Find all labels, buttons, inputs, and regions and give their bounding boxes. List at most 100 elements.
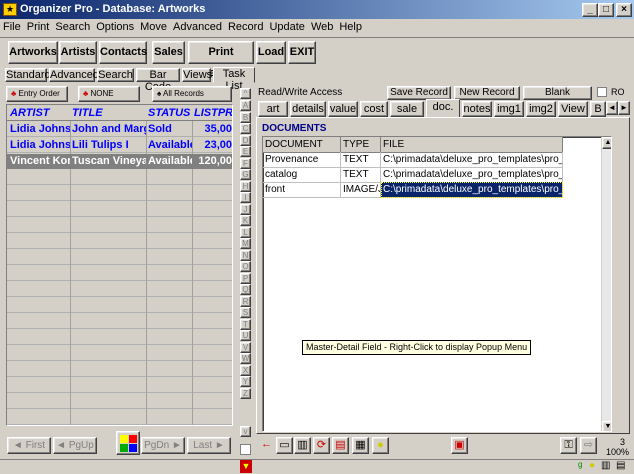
minimize-button[interactable]: _: [582, 3, 598, 17]
load-button[interactable]: Load: [256, 41, 286, 64]
alpha-q[interactable]: Q: [240, 284, 251, 295]
alpha-u[interactable]: U: [240, 330, 251, 341]
open-file-icon[interactable]: ▦: [352, 437, 369, 454]
tab-art[interactable]: art: [258, 101, 288, 117]
documents-table[interactable]: DOCUMENT TYPE FILE Provenance TEXT C:\pr…: [262, 136, 612, 432]
alpha-d[interactable]: D: [240, 134, 251, 146]
col-title[interactable]: TITLE: [70, 105, 146, 121]
sales-button[interactable]: Sales: [152, 41, 185, 64]
tab-img1[interactable]: img1: [494, 101, 524, 117]
tab-views[interactable]: Views: [182, 68, 212, 82]
alpha-checkbox[interactable]: [240, 444, 251, 455]
tab-task-list[interactable]: Task List: [213, 67, 255, 92]
table-row-selected[interactable]: Vincent Kor Tuscan Vineya Available 120,…: [7, 154, 232, 169]
alpha-up-arrow[interactable]: ^: [240, 88, 251, 99]
all-records-button[interactable]: ♠ All Records: [152, 86, 232, 102]
down-arrow-icon[interactable]: ▼: [240, 460, 252, 473]
menu-options[interactable]: Options: [93, 21, 137, 33]
tab-details[interactable]: details: [290, 101, 326, 117]
col-file[interactable]: FILE: [381, 137, 563, 153]
alpha-a[interactable]: A: [240, 100, 251, 111]
table-row[interactable]: Lidia Johns John and Marg Sold 35,00: [7, 122, 232, 137]
col-listprice[interactable]: LISTPRI: [192, 105, 232, 121]
alpha-i[interactable]: I: [240, 192, 251, 203]
menu-move[interactable]: Move: [137, 21, 170, 33]
menu-advanced[interactable]: Advanced: [170, 21, 225, 33]
tab-value[interactable]: value: [328, 101, 358, 117]
alpha-b[interactable]: B: [240, 111, 251, 123]
documents-scrollbar[interactable]: ▲ ▼: [601, 137, 611, 431]
first-button[interactable]: ◄ First: [7, 437, 51, 454]
tab-view[interactable]: View: [558, 101, 588, 117]
alpha-x[interactable]: X: [240, 364, 251, 376]
alpha-p[interactable]: P: [240, 272, 251, 284]
pgdn-button[interactable]: PgDn ►: [141, 437, 185, 454]
alpha-r[interactable]: R: [240, 295, 251, 307]
alpha-t[interactable]: T: [240, 318, 251, 330]
key-icon[interactable]: ⚿: [560, 437, 577, 454]
table-row[interactable]: catalog TEXT C:\primadata\deluxe_pro_tem…: [263, 167, 563, 183]
artworks-button[interactable]: Artworks: [8, 41, 58, 64]
records-grid[interactable]: ARTIST TITLE STATUS LISTPRI Lidia Johns …: [6, 104, 233, 426]
report-icon[interactable]: ▣: [451, 437, 468, 454]
alpha-y[interactable]: Y: [240, 376, 251, 387]
alpha-j[interactable]: J: [240, 203, 251, 215]
save-record-button[interactable]: Save Record: [387, 86, 451, 100]
alpha-v[interactable]: V: [240, 341, 251, 353]
export-icon[interactable]: ⇨: [580, 437, 597, 454]
tab-standard[interactable]: Standard: [5, 68, 51, 82]
tab-notes[interactable]: notes: [462, 101, 492, 117]
artists-button[interactable]: Artists: [59, 41, 97, 64]
tab-scroll-right-icon[interactable]: ►: [618, 101, 630, 115]
alpha-k[interactable]: K: [240, 215, 251, 226]
tab-barcode[interactable]: Bar Code: [136, 68, 180, 93]
entry-order-button[interactable]: ♣ Entry Order: [6, 86, 68, 102]
col-document[interactable]: DOCUMENT: [263, 137, 341, 153]
col-type[interactable]: TYPE: [341, 137, 381, 153]
alpha-w[interactable]: W: [240, 353, 251, 364]
lightbulb-icon[interactable]: ●: [372, 437, 389, 454]
ro-checkbox[interactable]: [597, 87, 607, 97]
menu-print[interactable]: Print: [24, 21, 53, 33]
alpha-n[interactable]: N: [240, 249, 251, 261]
app-icon[interactable]: ★: [3, 3, 17, 16]
print-icon[interactable]: ▭: [276, 437, 293, 454]
tab-search[interactable]: Search: [97, 68, 134, 82]
alpha-z[interactable]: Z: [240, 387, 251, 399]
menu-help[interactable]: Help: [336, 21, 365, 33]
tab-doc[interactable]: doc.: [426, 99, 460, 118]
tab-b[interactable]: B: [590, 101, 606, 117]
tab-cost[interactable]: cost: [360, 101, 388, 117]
table-row[interactable]: Provenance TEXT C:\primadata\deluxe_pro_…: [263, 152, 563, 168]
alpha-c[interactable]: C: [240, 123, 251, 134]
exit-button[interactable]: EXIT: [288, 41, 316, 64]
last-button[interactable]: Last ►: [187, 437, 231, 454]
alpha-e[interactable]: E: [240, 146, 251, 157]
pgup-button[interactable]: ◄ PgUp: [53, 437, 97, 454]
alpha-down-arrow[interactable]: v: [240, 426, 251, 437]
menu-record[interactable]: Record: [225, 21, 266, 33]
color-grid-icon[interactable]: [116, 431, 140, 455]
maximize-button[interactable]: □: [598, 3, 614, 17]
col-artist[interactable]: ARTIST: [8, 105, 70, 121]
menu-update[interactable]: Update: [266, 21, 307, 33]
new-record-button[interactable]: New Record: [454, 86, 520, 100]
alpha-g[interactable]: G: [240, 169, 251, 180]
menu-file[interactable]: File: [0, 21, 24, 33]
none-filter-button[interactable]: ♣ NONE: [78, 86, 140, 102]
contacts-button[interactable]: Contacts: [99, 41, 147, 64]
scroll-up-icon[interactable]: ▲: [602, 137, 611, 149]
alpha-f[interactable]: F: [240, 157, 251, 169]
blank-button[interactable]: Blank: [523, 86, 592, 100]
col-status[interactable]: STATUS: [146, 105, 192, 121]
menu-web[interactable]: Web: [308, 21, 336, 33]
back-arrow-icon[interactable]: ←: [258, 437, 275, 454]
table-row[interactable]: front IMAGE/JP C:\primadata\deluxe_pro_t…: [263, 182, 563, 198]
print-receipt-button[interactable]: Print Receipt: [188, 41, 254, 79]
alpha-o[interactable]: O: [240, 261, 251, 272]
alpha-m[interactable]: M: [240, 238, 251, 249]
alpha-l[interactable]: L: [240, 226, 251, 238]
alpha-h[interactable]: H: [240, 180, 251, 192]
close-button[interactable]: ×: [616, 3, 632, 17]
tab-advanced[interactable]: Advanced: [49, 68, 99, 82]
